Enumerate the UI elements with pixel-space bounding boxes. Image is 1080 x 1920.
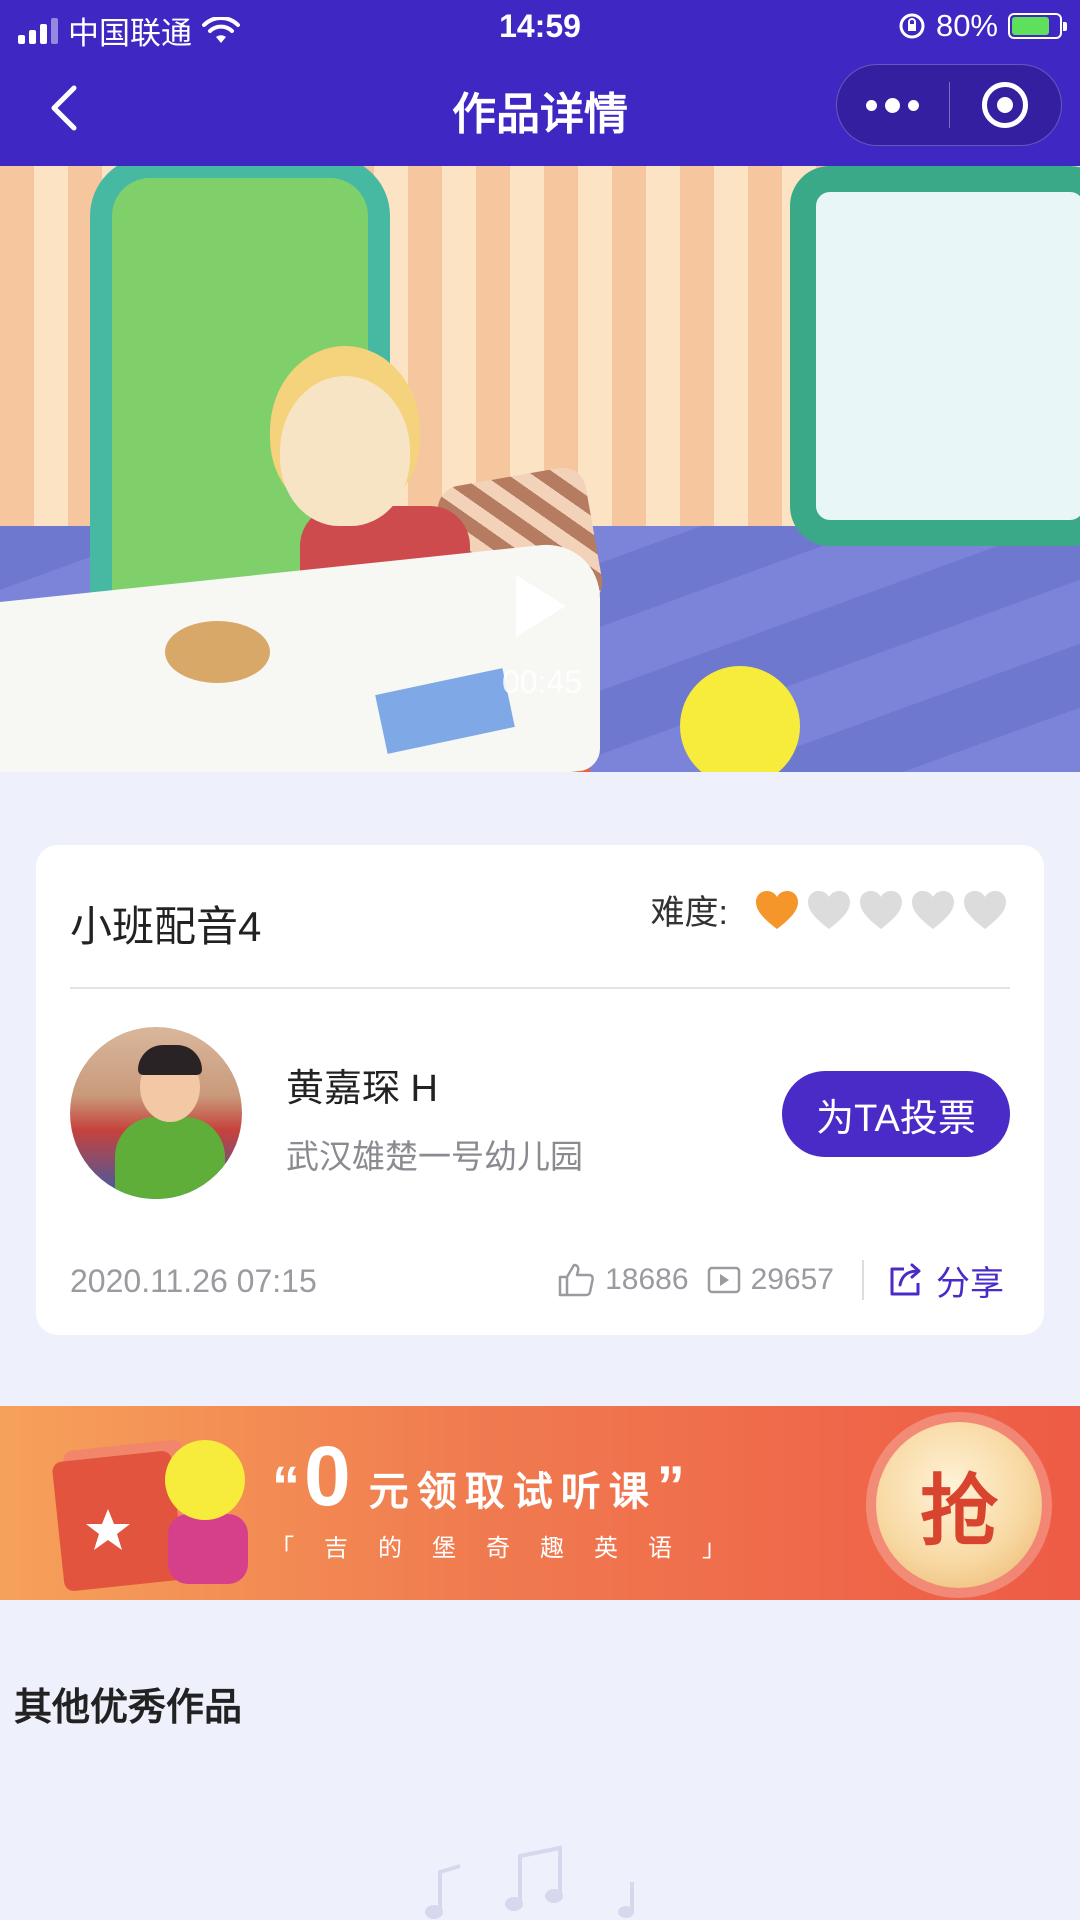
promo-zero: 0 [304,1429,351,1523]
work-stats: 18686 29657 分享 [557,1255,1004,1305]
share-icon [890,1263,921,1296]
target-circle-icon[interactable] [950,64,1062,146]
star-icon [86,1509,130,1550]
author-name: 黄嘉琛 H [286,1068,439,1110]
section-title: 其他优秀作品 [14,1687,243,1729]
mascot-head-art [165,1440,245,1520]
play-icon[interactable] [510,571,570,641]
heart-empty-icon [964,890,1006,929]
difficulty-hearts [748,889,1008,931]
difficulty-rating: 难度: [651,885,1008,934]
more-dots-icon[interactable] [837,64,949,146]
vote-button[interactable]: 为TA投票 [782,1071,1010,1157]
work-title: 小班配音4 [70,903,262,950]
app-header: 中国联通 14:59 80% 作品详情 [0,0,1080,166]
avatar[interactable] [70,1027,242,1199]
like-stat[interactable]: 18686 [557,1262,689,1298]
video-sheep-head-art [280,376,410,526]
status-bar: 中国联通 14:59 80% [0,0,1080,56]
battery-percent: 80% [935,8,998,43]
card-divider [70,987,1010,989]
play-stat: 29657 [707,1263,834,1297]
difficulty-label: 难度: [650,894,728,932]
promo-quote-open: “ [272,1454,300,1517]
share-label: 分享 [936,1264,1004,1303]
promo-title: “ 0 元领取试听课 ” [272,1428,685,1525]
stats-divider [862,1260,864,1300]
music-notes-icon [425,1845,634,1919]
heart-empty-icon [808,890,850,929]
grab-button[interactable]: 抢 [876,1422,1042,1588]
promo-banner[interactable]: “ 0 元领取试听课 ” 「吉的堡奇趣英语」 抢 [0,1406,1080,1600]
video-plate-art [165,621,270,683]
like-count: 18686 [605,1263,689,1296]
video-window-art [790,166,1080,546]
promo-subtitle: 「吉的堡奇趣英语」 [270,1535,756,1562]
battery-icon [1008,13,1067,39]
heart-filled-icon [756,890,798,929]
video-duration: 00:45 [501,664,583,700]
battery-fill [1012,17,1049,35]
nav-bar: 作品详情 [0,56,1080,166]
author-school: 武汉雄楚一号幼儿园 [286,1138,583,1175]
video-player[interactable]: 00:45 [0,166,1080,772]
mascot-body-art [168,1514,248,1584]
work-info-card: 小班配音4 难度: 黄嘉琛 H 武汉雄楚一号幼儿园 为TA投票 2020.11.… [36,845,1044,1335]
post-date: 2020.11.26 07:15 [70,1263,317,1299]
heart-empty-icon [860,890,902,929]
promo-quote-close: ” [656,1454,685,1517]
share-button[interactable]: 分享 [888,1256,1004,1305]
rotation-lock-icon [899,13,925,39]
play-count: 29657 [750,1263,834,1296]
thumbs-up-icon [558,1263,594,1297]
mini-program-capsule [836,64,1062,146]
status-right: 80% [898,8,1067,44]
promo-title-text: 元领取试听课 [368,1470,657,1514]
play-count-icon [707,1266,740,1294]
heart-empty-icon [912,890,954,929]
